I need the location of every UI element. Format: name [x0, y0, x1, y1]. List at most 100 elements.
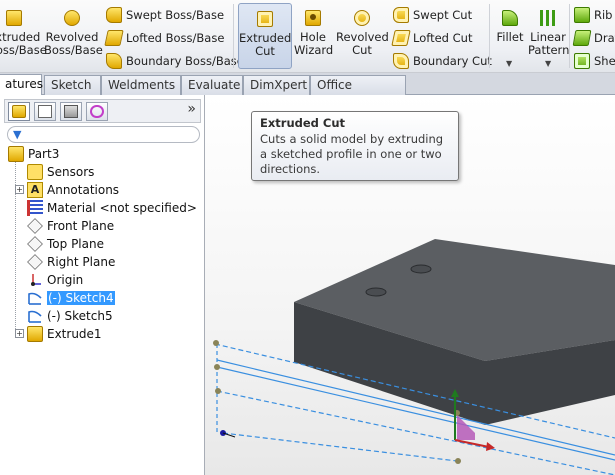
linear-pattern-dropdown-icon[interactable]: ▼ [545, 59, 551, 68]
sketch-icon [27, 308, 43, 324]
swept-cut-label: Swept Cut [413, 8, 473, 22]
panel-tab-bar: » [4, 99, 201, 123]
rib-label: Rib [594, 8, 613, 22]
filter-icon: ▼ [13, 128, 22, 141]
annotations-icon: A [27, 182, 43, 198]
tree-item-label: (-) Sketch4 [47, 291, 115, 305]
configuration-manager-tab[interactable] [60, 102, 82, 121]
dimxpert-manager-tab[interactable] [86, 102, 108, 121]
property-manager-tab[interactable] [34, 102, 56, 121]
tree-item-material[interactable]: Material <not specified> [27, 199, 197, 217]
configuration-icon [64, 105, 78, 118]
boundary-boss-icon [106, 53, 122, 69]
rib-button[interactable]: Rib [572, 5, 613, 25]
sketch-point[interactable] [215, 388, 221, 394]
fillet-label: Fillet [496, 30, 524, 44]
tab-features[interactable]: atures [0, 74, 43, 96]
tooltip-title: Extruded Cut [260, 116, 346, 130]
revolved-cut-label: Revolved Cut [336, 30, 389, 57]
boundary-cut-button[interactable]: Boundary Cut [391, 51, 492, 71]
origin-icon [27, 272, 43, 288]
revolved-cut-icon [354, 10, 370, 26]
lofted-boss-label: Lofted Boss/Base [126, 31, 225, 45]
feature-manager-tab[interactable] [8, 102, 30, 121]
expand-icon[interactable]: + [15, 329, 24, 338]
tree-item-extrude1[interactable]: + Extrude1 [15, 325, 102, 343]
tab-office-products[interactable]: Office Products [310, 75, 406, 111]
hole-icon[interactable] [410, 264, 432, 274]
tooltip-body: Cuts a solid model by extruding a sketch… [260, 132, 444, 176]
ribbon-separator [569, 4, 570, 68]
lofted-cut-icon [391, 30, 411, 46]
fillet-icon [502, 10, 518, 26]
draft-icon [572, 30, 592, 46]
extruded-cut-icon [257, 11, 273, 27]
extruded-boss-icon [6, 10, 22, 26]
tree-item-label: Material <not specified> [47, 201, 197, 215]
swept-boss-label: Swept Boss/Base [126, 8, 225, 22]
tab-sketch[interactable]: Sketch [44, 75, 101, 95]
draft-button[interactable]: Draf [572, 28, 615, 48]
hole-wizard-icon [305, 10, 321, 26]
triad-x-axis [454, 439, 490, 448]
lofted-cut-button[interactable]: Lofted Cut [391, 28, 472, 48]
boundary-cut-label: Boundary Cut [413, 54, 492, 68]
tab-dimxpert[interactable]: DimXpert [243, 75, 310, 95]
shell-button[interactable]: She [572, 51, 615, 71]
swept-cut-button[interactable]: Swept Cut [391, 5, 472, 25]
swept-boss-icon [106, 7, 122, 23]
sketch-line[interactable] [222, 432, 458, 462]
revolved-cut-button[interactable]: Revolved Cut [336, 6, 389, 68]
tree-item-front-plane[interactable]: Front Plane [27, 217, 114, 235]
feature-manager-panel: » ▼ Part3 Sensors + A Annotations Materi… [0, 95, 205, 475]
tree-root-part[interactable]: Part3 [8, 145, 60, 163]
ribbon-separator [489, 4, 490, 68]
extrude-icon [27, 326, 43, 342]
expand-icon[interactable]: + [15, 185, 24, 194]
tree-item-origin[interactable]: Origin [31, 271, 83, 289]
sketch-point[interactable] [213, 340, 219, 346]
expand-chevron-icon[interactable]: » [187, 101, 196, 117]
boundary-boss-label: Boundary Boss/Base [126, 54, 244, 68]
tree-item-annotations[interactable]: + A Annotations [15, 181, 120, 199]
tree-item-sensors[interactable]: Sensors [27, 163, 95, 181]
hole-wizard-button[interactable]: Hole Wizard [294, 6, 334, 68]
tree-root-label: Part3 [28, 147, 60, 161]
ribbon-separator [233, 4, 234, 68]
boundary-boss-button[interactable]: Boundary Boss/Base [104, 51, 244, 71]
extruded-cut-button[interactable]: Extruded Cut [238, 3, 292, 69]
fillet-dropdown-icon[interactable]: ▼ [506, 59, 512, 68]
plane-icon [27, 254, 43, 270]
swept-boss-button[interactable]: Swept Boss/Base [104, 5, 224, 25]
sketch-point[interactable] [214, 364, 220, 370]
tab-weldments[interactable]: Weldments [101, 75, 181, 95]
tab-evaluate[interactable]: Evaluate [181, 75, 243, 95]
extruded-boss-button[interactable]: Extruded Boss/Base [0, 6, 47, 68]
tree-item-right-plane[interactable]: Right Plane [27, 253, 115, 271]
extruded-cut-tooltip: Extruded Cut Cuts a solid model by extru… [251, 111, 459, 181]
tree-item-top-plane[interactable]: Top Plane [27, 235, 104, 253]
lofted-cut-label: Lofted Cut [413, 31, 473, 45]
tree-item-label: Annotations [47, 183, 120, 197]
extruded-cut-label: Extruded Cut [239, 31, 292, 58]
revolved-boss-label: Revolved Boss/Base [44, 30, 103, 57]
property-icon [38, 105, 52, 118]
hole-icon[interactable] [365, 287, 387, 297]
command-manager-tabs: atures Sketch Weldments Evaluate DimXper… [0, 73, 615, 111]
swept-cut-icon [393, 7, 409, 23]
hole-wizard-label: Hole Wizard [294, 30, 334, 57]
revolved-boss-button[interactable]: Revolved Boss/Base [44, 6, 103, 68]
feature-tree-icon [12, 105, 26, 118]
tree-item-label: Sensors [47, 165, 95, 179]
command-manager-ribbon: Extruded Boss/Base Revolved Boss/Base Sw… [0, 0, 615, 73]
tree-item-label: Extrude1 [47, 327, 102, 341]
tree-filter-input[interactable]: ▼ [7, 126, 200, 143]
tree-item-sketch4[interactable]: (-) Sketch4 [28, 289, 115, 307]
lofted-boss-button[interactable]: Lofted Boss/Base [104, 28, 224, 48]
sketch-point[interactable] [455, 458, 461, 464]
plane-icon [27, 236, 43, 252]
linear-pattern-label: Linear Pattern [528, 30, 570, 57]
tree-item-sketch5[interactable]: (-) Sketch5 [28, 307, 113, 325]
shell-label: She [594, 54, 615, 68]
tree-item-label: Top Plane [47, 237, 104, 251]
